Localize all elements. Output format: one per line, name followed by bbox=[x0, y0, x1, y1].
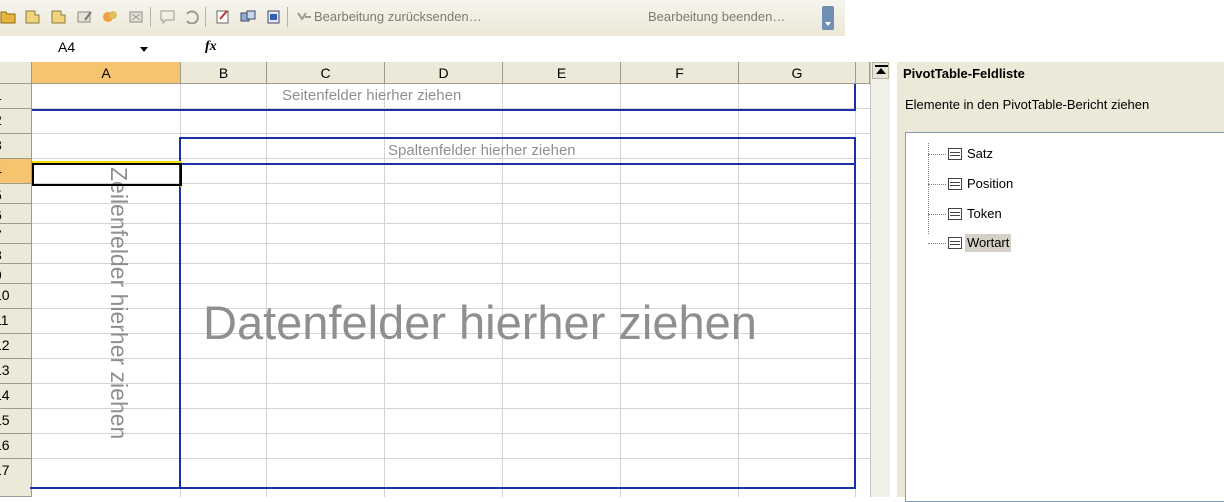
data-field-drop-area[interactable]: Datenfelder hierher ziehen bbox=[179, 163, 856, 489]
field-icon bbox=[948, 208, 962, 220]
field-label: Position bbox=[967, 176, 1014, 191]
track-changes-icon[interactable] bbox=[215, 9, 232, 24]
vertical-scrollbar[interactable] bbox=[870, 62, 890, 497]
comment-icon[interactable] bbox=[159, 9, 176, 24]
send-back-button[interactable]: Bearbeitung zurücksenden… bbox=[314, 9, 482, 24]
fx-icon[interactable]: fx bbox=[205, 39, 217, 55]
toolbar-separator bbox=[287, 7, 288, 27]
row-header[interactable]: 7 bbox=[0, 224, 32, 244]
page-field-drop-area[interactable]: Seitenfelder hierher ziehen bbox=[32, 84, 856, 111]
column-header-b[interactable]: B bbox=[181, 62, 267, 84]
field-icon bbox=[948, 148, 962, 160]
active-cell-a4[interactable] bbox=[32, 163, 182, 186]
chevron-down-icon[interactable] bbox=[140, 47, 148, 52]
data-field-label: Datenfelder hierher ziehen bbox=[203, 296, 757, 349]
send-back-icon bbox=[297, 12, 311, 21]
toolbar-separator bbox=[205, 7, 206, 27]
pivot-field-list[interactable]: Satz Position Token Wortart bbox=[905, 132, 1224, 502]
toolbar-strip: Bearbeitung zurücksenden… Bearbeitung be… bbox=[0, 0, 845, 36]
toolbar-options-icon[interactable] bbox=[822, 6, 834, 30]
tree-connector bbox=[928, 214, 946, 215]
row-header[interactable]: 13 bbox=[0, 359, 32, 384]
row-header[interactable]: 12 bbox=[0, 334, 32, 359]
gridline bbox=[32, 133, 870, 134]
column-header-h[interactable] bbox=[856, 62, 870, 84]
column-header-e[interactable]: E bbox=[503, 62, 621, 84]
field-label: Satz bbox=[967, 146, 994, 161]
row-header[interactable]: 16 bbox=[0, 434, 32, 459]
end-review-button[interactable]: Bearbeitung beenden… bbox=[648, 9, 785, 24]
folder-open-icon[interactable] bbox=[0, 9, 17, 24]
protect-icon[interactable] bbox=[265, 9, 282, 24]
row-header[interactable]: 6 bbox=[0, 204, 32, 224]
column-header-a[interactable]: A bbox=[32, 62, 181, 84]
row-header[interactable]: 10 bbox=[0, 284, 32, 309]
row-header[interactable]: 2 bbox=[0, 109, 32, 134]
tree-connector bbox=[928, 154, 946, 155]
page-field-label: Seitenfelder hierher ziehen bbox=[282, 87, 462, 104]
name-box[interactable]: A4 bbox=[58, 39, 75, 55]
worksheet-grid[interactable]: A B C D E F G 1 2 3 4 5 6 7 8 9 10 11 12… bbox=[0, 62, 870, 497]
select-all-corner[interactable] bbox=[0, 62, 32, 84]
column-header-f[interactable]: F bbox=[621, 62, 739, 84]
row-header[interactable]: 1 bbox=[0, 84, 32, 109]
column-field-label: Spaltenfelder hierher ziehen bbox=[388, 142, 576, 159]
column-field-drop-area[interactable]: Spaltenfelder hierher ziehen bbox=[179, 137, 856, 165]
column-header-c[interactable]: C bbox=[267, 62, 385, 84]
pivot-field-list-panel: PivotTable-Feldliste Elemente in den Piv… bbox=[895, 62, 1224, 502]
row-header[interactable]: 11 bbox=[0, 309, 32, 334]
row-header[interactable]: 14 bbox=[0, 384, 32, 409]
column-header-d[interactable]: D bbox=[385, 62, 503, 84]
row-field-drop-area[interactable]: Zeilenfelder hierher ziehen bbox=[30, 163, 181, 489]
row-field-label: Zeilenfelder hierher ziehen bbox=[106, 167, 132, 440]
field-icon bbox=[948, 237, 962, 249]
field-label: Token bbox=[967, 206, 1002, 221]
sheet-delete-icon[interactable] bbox=[128, 9, 145, 24]
sheet-share-icon[interactable] bbox=[102, 9, 119, 24]
tree-connector bbox=[928, 184, 946, 185]
scroll-top-icon bbox=[875, 65, 888, 67]
pivot-panel-title: PivotTable-Feldliste bbox=[903, 66, 1025, 81]
sheet-icon[interactable] bbox=[24, 9, 41, 24]
field-icon bbox=[948, 178, 962, 190]
reviewing-toolbar: Bearbeitung zurücksenden… Bearbeitung be… bbox=[0, 0, 1224, 38]
sheet-icon[interactable] bbox=[50, 9, 67, 24]
sheet-edit-icon[interactable] bbox=[76, 9, 93, 24]
formula-bar: A4 fx bbox=[0, 38, 1224, 60]
row-header[interactable]: 9 bbox=[0, 264, 32, 284]
row-header[interactable]: 8 bbox=[0, 244, 32, 264]
row-header[interactable]: 4 bbox=[0, 159, 32, 184]
tree-connector bbox=[928, 243, 946, 244]
field-label: Wortart bbox=[965, 234, 1012, 252]
tree-connector bbox=[928, 143, 929, 234]
scroll-up-button[interactable] bbox=[872, 62, 889, 79]
column-header-g[interactable]: G bbox=[739, 62, 856, 84]
row-header[interactable]: 5 bbox=[0, 184, 32, 204]
merge-icon[interactable] bbox=[240, 9, 257, 24]
undo-icon[interactable] bbox=[183, 9, 200, 24]
row-header[interactable]: 17 bbox=[0, 459, 32, 497]
row-header[interactable]: 15 bbox=[0, 409, 32, 434]
pivot-panel-hint: Elemente in den PivotTable-Bericht ziehe… bbox=[905, 97, 1150, 112]
toolbar-separator bbox=[150, 7, 151, 27]
row-header[interactable]: 3 bbox=[0, 134, 32, 159]
